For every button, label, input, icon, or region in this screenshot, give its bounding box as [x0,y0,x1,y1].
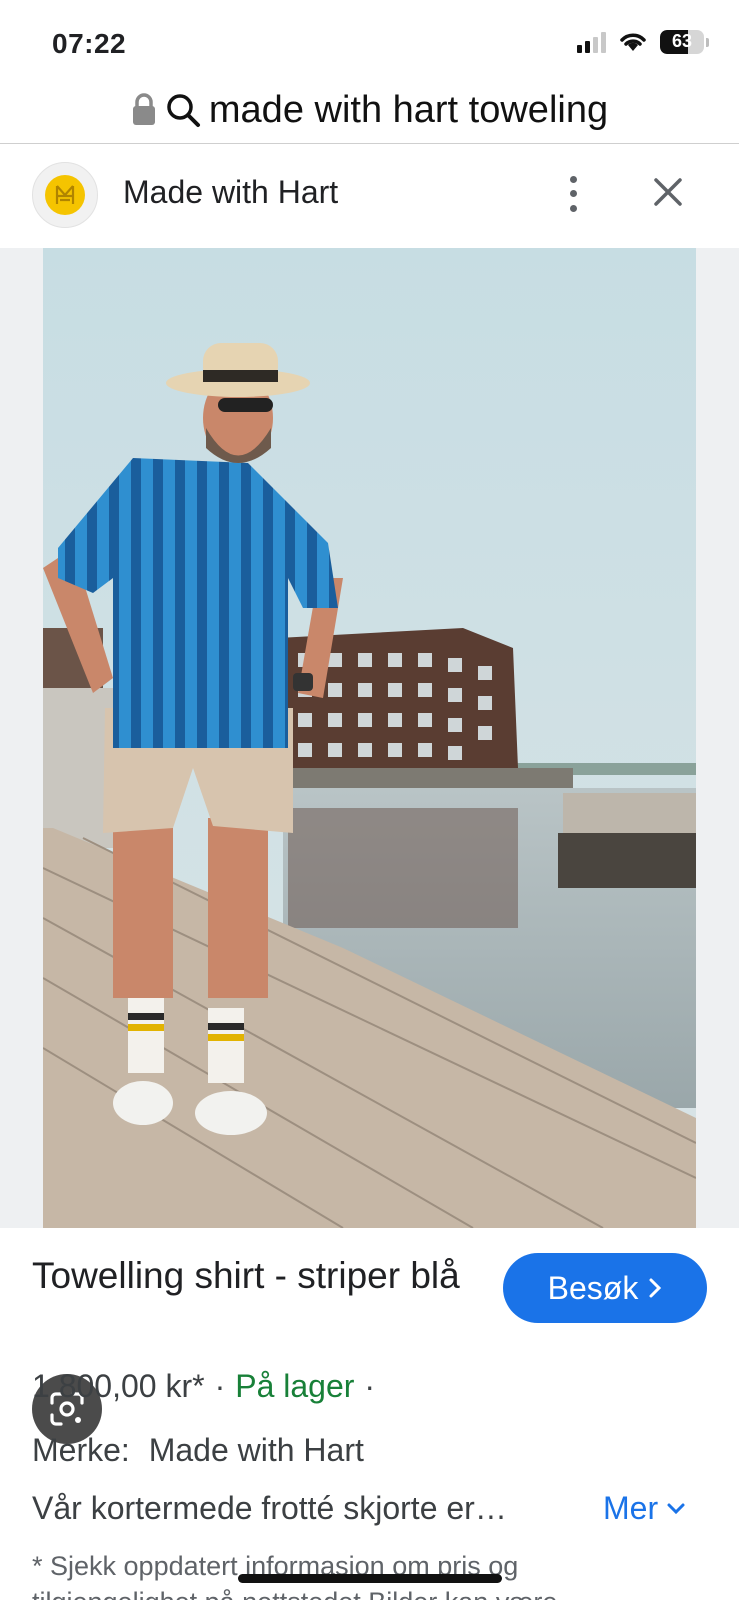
source-header: Made with Hart [0,144,739,248]
brand-label: Merke: [32,1432,130,1468]
more-button[interactable]: Mer [603,1490,686,1527]
made-with-hart-logo-icon [45,175,85,215]
battery-level: 63 [671,31,693,51]
separator: · [214,1368,226,1404]
brand-value: Made with Hart [148,1432,364,1468]
wifi-icon [620,33,646,51]
search-query[interactable]: made with hart toweling [209,89,608,132]
lock-icon [132,93,155,125]
battery-icon: 63 [660,30,704,54]
search-icon [167,94,200,127]
cellular-signal-icon [577,31,606,53]
close-icon[interactable] [648,172,688,212]
image-viewer [0,248,739,1444]
more-vert-icon[interactable] [555,172,591,216]
stock-status: På lager [235,1368,355,1404]
brand-row: Merke: Made with Hart [32,1432,364,1469]
product-description: Vår kortermede frotté skjorte er… [32,1490,507,1526]
battery-tip [706,37,709,47]
price-row: 1 800,00 kr* · På lager · [32,1368,375,1405]
source-logo[interactable] [32,162,98,228]
price: 1 800,00 kr* [32,1368,205,1404]
product-title[interactable]: Towelling shirt - striper blå [32,1250,492,1302]
source-name[interactable]: Made with Hart [123,174,338,211]
visit-button-label: Besøk [547,1269,639,1306]
status-bar: 07:22 63 [0,0,739,80]
status-icons: 63 [577,30,709,54]
chevron-right-icon [649,1278,662,1298]
product-photo[interactable] [43,248,696,1228]
status-time: 07:22 [52,28,127,59]
disclaimer-link[interactable]: tilgjengelighet på nettstedet [32,1587,361,1600]
chevron-down-icon [667,1503,685,1514]
home-indicator[interactable] [238,1574,502,1583]
more-label: Mer [603,1490,659,1526]
separator: · [364,1368,376,1404]
visit-button[interactable]: Besøk [503,1253,707,1323]
url-bar[interactable]: made with hart toweling [0,78,739,142]
disclaimer-text-2: Bilder kan være [361,1587,557,1600]
